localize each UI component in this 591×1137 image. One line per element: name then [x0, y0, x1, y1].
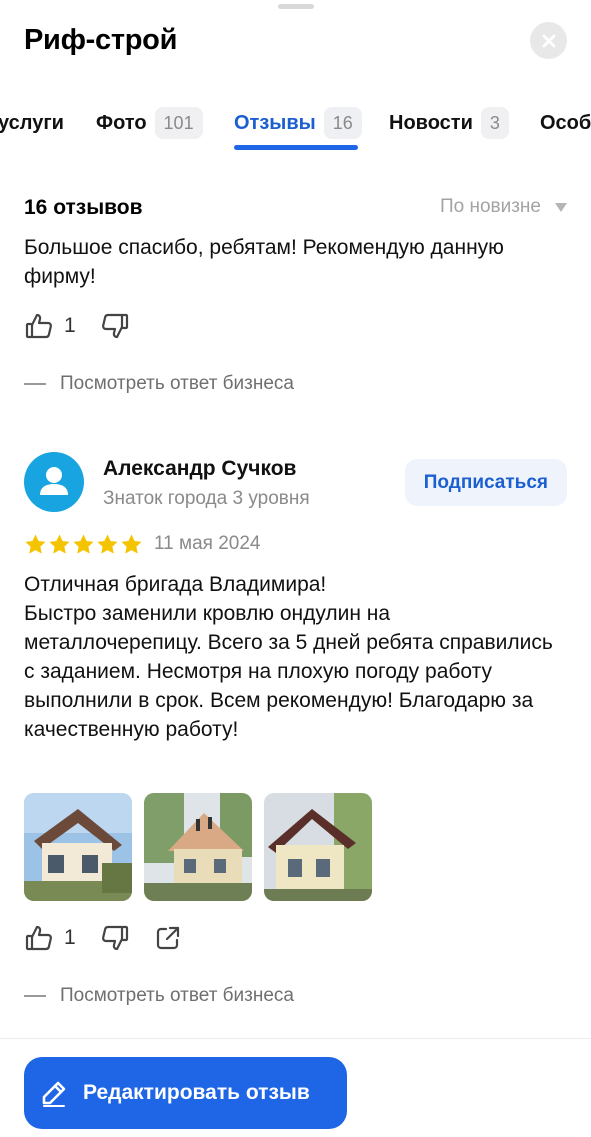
view-business-reply-link[interactable]: Посмотреть ответ бизнеса: [24, 985, 294, 1007]
close-button[interactable]: [530, 22, 567, 59]
tab-label: Отзывы: [234, 111, 316, 134]
like-count: 1: [64, 926, 76, 949]
reviews-count: 16 отзывов: [24, 196, 143, 219]
edit-review-label: Редактировать отзыв: [83, 1081, 310, 1104]
like-count: 1: [64, 314, 76, 337]
active-tab-indicator: [234, 145, 358, 150]
author-name[interactable]: Александр Сучков: [103, 457, 296, 481]
tab-bar: услуги Фото 101 Отзывы 16 Новости 3 Особ: [0, 98, 591, 152]
tab-label: Особ: [540, 111, 591, 134]
sort-dropdown[interactable]: По новизне: [440, 196, 567, 218]
header: Риф-строй: [0, 0, 591, 90]
thumbs-up-icon: [25, 313, 52, 339]
share-icon: [156, 926, 179, 950]
subscribe-button[interactable]: Подписаться: [404, 459, 567, 506]
thumbs-up-icon: [25, 925, 52, 951]
dash-icon: [24, 383, 46, 385]
business-reply-label: Посмотреть ответ бизнеса: [60, 373, 295, 394]
star-icon: [49, 533, 70, 554]
sort-label: По новизне: [439, 196, 541, 217]
tab-label: Фото: [96, 111, 147, 134]
avatar[interactable]: [24, 452, 84, 512]
author-level: Знаток города 3 уровня: [103, 488, 310, 509]
tab-count-badge: 101: [154, 107, 203, 139]
business-reply-label: Посмотреть ответ бизнеса: [60, 985, 295, 1006]
tab-news[interactable]: Новости 3: [389, 106, 509, 140]
star-icon: [97, 533, 118, 554]
previous-review-text: Большое спасибо, ребятам! Рекомендую дан…: [24, 236, 504, 288]
view-business-reply-link[interactable]: Посмотреть ответ бизнеса: [24, 373, 294, 395]
dropdown-arrow-icon: [555, 202, 567, 212]
tab-features[interactable]: Особ: [540, 106, 591, 140]
tab-label: услуги: [0, 111, 64, 134]
star-icon: [25, 533, 46, 554]
close-icon: [542, 34, 555, 47]
tab-reviews[interactable]: Отзывы 16: [234, 106, 362, 140]
star-icon: [73, 533, 94, 554]
house-roof-photo-2[interactable]: [144, 793, 252, 901]
dislike-button[interactable]: [100, 923, 130, 953]
footer-divider: [0, 1038, 591, 1039]
review-text: Отличная бригада Владимира! Быстро замен…: [24, 573, 553, 741]
tab-count-badge: 16: [323, 107, 362, 139]
review-author: Александр Сучков Знаток города 3 уровня …: [24, 452, 567, 516]
house-roof-photo-1[interactable]: [24, 793, 132, 901]
tab-label: Новости: [389, 111, 473, 134]
dislike-button[interactable]: [100, 311, 130, 341]
house-roof-photo-3[interactable]: [264, 793, 372, 901]
review-date: 11 мая 2024: [154, 533, 261, 554]
dash-icon: [24, 995, 46, 997]
review-actions: 1: [24, 922, 206, 954]
thumbs-down-icon: [101, 925, 128, 951]
user-icon: [40, 467, 68, 495]
tab-services[interactable]: услуги: [0, 106, 64, 140]
tab-photos[interactable]: Фото 101: [96, 106, 203, 140]
star-rating: [24, 533, 144, 556]
pencil-icon: [42, 1081, 66, 1107]
share-button[interactable]: [154, 924, 182, 952]
review-photos: [24, 793, 384, 901]
thumbs-down-icon: [101, 313, 128, 339]
previous-review-actions: 1: [24, 310, 154, 342]
reviews-header: 16 отзывов По новизне: [0, 190, 591, 230]
edit-review-button[interactable]: Редактировать отзыв: [24, 1057, 347, 1129]
like-button[interactable]: 1: [24, 923, 76, 953]
star-icon: [121, 533, 142, 554]
like-button[interactable]: 1: [24, 311, 76, 341]
tab-count-badge: 3: [480, 107, 509, 139]
rating-row: 11 мая 2024: [24, 531, 260, 557]
page-title: Риф-строй: [24, 24, 178, 56]
